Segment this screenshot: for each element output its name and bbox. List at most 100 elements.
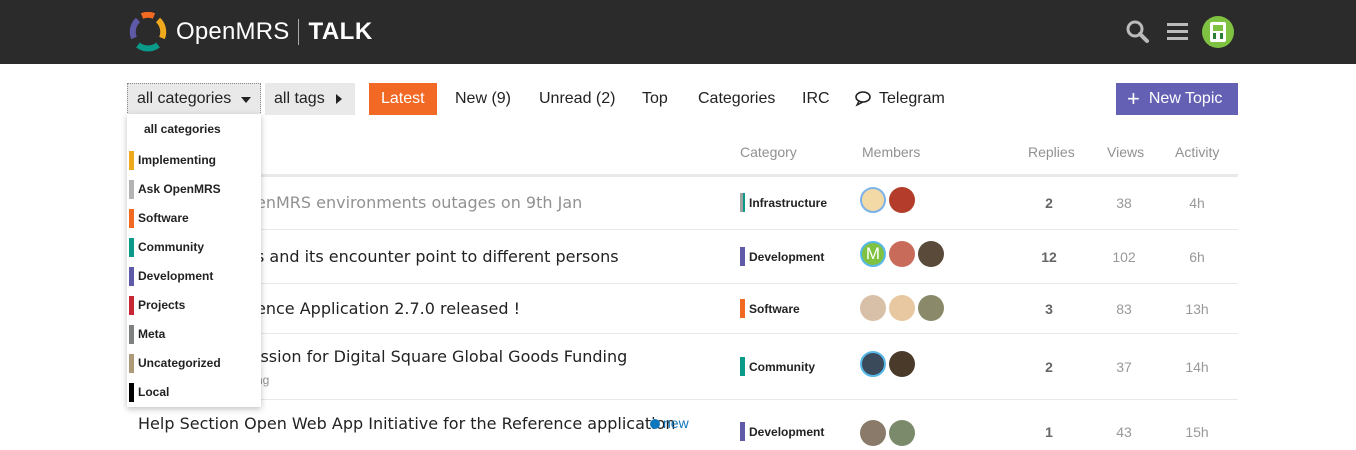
avatar[interactable] — [889, 420, 915, 446]
product-name: TALK — [308, 18, 373, 45]
menu-item-label: Meta — [138, 327, 166, 341]
table-row[interactable]: enMRS environments outages on 9th Jan In… — [127, 177, 1238, 230]
category-label: Software — [749, 301, 800, 316]
category-badge[interactable]: Software — [740, 299, 800, 318]
chevron-right-icon — [336, 94, 342, 104]
menu-item-implementing[interactable]: Implementing — [127, 149, 261, 171]
new-label: new — [663, 415, 689, 431]
category-label: Infrastructure — [749, 195, 828, 210]
top-header: OpenMRS TALK — [0, 0, 1356, 64]
menu-item-software[interactable]: Software — [127, 207, 261, 229]
avatar[interactable] — [889, 295, 915, 321]
menu-item-projects[interactable]: Projects — [127, 294, 261, 316]
category-color — [129, 266, 134, 286]
tab-new[interactable]: New (9) — [455, 83, 511, 115]
category-label: Community — [749, 359, 815, 374]
replies-count[interactable]: 2 — [1019, 195, 1079, 211]
menu-item-all-categories[interactable]: all categories — [127, 118, 261, 140]
category-color — [129, 237, 134, 257]
avatar[interactable] — [918, 295, 944, 321]
menu-item-meta[interactable]: Meta — [127, 323, 261, 345]
members-avatars — [860, 420, 918, 446]
chevron-down-icon — [241, 97, 251, 103]
category-color — [129, 353, 134, 373]
table-row[interactable]: ence Application 2.7.0 released ! Softwa… — [127, 284, 1238, 334]
category-color — [129, 382, 134, 402]
views-count: 83 — [1116, 301, 1132, 317]
table-row[interactable]: s and its encounter point to different p… — [127, 230, 1238, 284]
category-filter-label: all categories — [137, 90, 232, 107]
views-count: 43 — [1116, 424, 1132, 440]
new-topic-button[interactable]: + New Topic — [1116, 83, 1238, 115]
tags-filter-dropdown[interactable]: all tags — [265, 83, 355, 115]
link-telegram[interactable]: Telegram — [855, 83, 945, 115]
new-topic-badge[interactable]: new — [650, 415, 689, 433]
activity-time[interactable]: 14h — [1167, 359, 1227, 375]
menu-item-label: Uncategorized — [138, 356, 221, 370]
hamburger-menu-icon[interactable] — [1164, 18, 1192, 46]
menu-item-uncategorized[interactable]: Uncategorized — [127, 352, 261, 374]
topic-navigation: all categories all tags Latest New (9) U… — [0, 82, 1356, 116]
menu-item-label: all categories — [144, 122, 221, 136]
new-dot-icon — [650, 418, 660, 429]
link-irc[interactable]: IRC — [802, 83, 830, 115]
category-color — [129, 324, 134, 344]
column-replies[interactable]: Replies — [1028, 144, 1075, 160]
column-activity[interactable]: Activity — [1175, 144, 1219, 160]
avatar[interactable] — [860, 351, 886, 377]
avatar[interactable] — [860, 420, 886, 446]
activity-time[interactable]: 6h — [1167, 249, 1227, 265]
category-filter-dropdown[interactable]: all categories — [127, 83, 261, 115]
activity-time[interactable]: 13h — [1167, 301, 1227, 317]
category-label: Development — [749, 249, 825, 264]
views-count: 37 — [1116, 359, 1132, 375]
avatar[interactable] — [860, 295, 886, 321]
user-avatar[interactable] — [1202, 16, 1234, 48]
column-category[interactable]: Category — [740, 144, 797, 160]
category-dropdown-menu: all categories Implementing Ask OpenMRS … — [127, 114, 261, 407]
avatar[interactable]: M — [860, 241, 886, 267]
avatar[interactable] — [889, 351, 915, 377]
table-row[interactable]: Help Section Open Web App Initiative for… — [127, 400, 1238, 450]
search-icon[interactable] — [1124, 18, 1152, 46]
topic-title[interactable]: ission for Digital Square Global Goods F… — [256, 347, 627, 366]
category-badge[interactable]: Development — [740, 422, 824, 441]
topic-title[interactable]: ence Application 2.7.0 released ! — [256, 299, 520, 318]
topic-title[interactable]: enMRS environments outages on 9th Jan — [256, 193, 582, 212]
logo-divider — [298, 19, 300, 45]
replies-count[interactable]: 3 — [1019, 301, 1079, 317]
menu-item-label: Local — [138, 385, 170, 399]
telegram-label: Telegram — [879, 90, 945, 107]
menu-item-community[interactable]: Community — [127, 236, 261, 258]
category-color — [740, 247, 745, 266]
topic-title[interactable]: s and its encounter point to different p… — [256, 247, 619, 266]
category-color — [740, 299, 745, 318]
menu-item-development[interactable]: Development — [127, 265, 261, 287]
table-row[interactable]: ission for Digital Square Global Goods F… — [127, 334, 1238, 400]
tab-latest[interactable]: Latest — [369, 83, 437, 115]
column-members: Members — [862, 144, 921, 160]
new-topic-label: New Topic — [1148, 90, 1223, 107]
topic-title[interactable]: Help Section Open Web App Initiative for… — [138, 414, 676, 433]
avatar[interactable] — [889, 187, 915, 213]
replies-count[interactable]: 1 — [1019, 424, 1079, 440]
category-badge[interactable]: Community — [740, 357, 815, 376]
category-badge[interactable]: Infrastructure — [740, 193, 827, 212]
activity-time[interactable]: 15h — [1167, 424, 1227, 440]
menu-item-ask-openmrs[interactable]: Ask OpenMRS — [127, 178, 261, 200]
avatar[interactable] — [889, 241, 915, 267]
activity-time[interactable]: 4h — [1167, 195, 1227, 211]
openmrs-talk-logo[interactable]: OpenMRS TALK — [128, 11, 373, 52]
tab-top[interactable]: Top — [642, 83, 668, 115]
category-color — [129, 150, 134, 170]
avatar[interactable] — [918, 241, 944, 267]
menu-item-local[interactable]: Local — [127, 381, 261, 403]
replies-count[interactable]: 2 — [1019, 359, 1079, 375]
category-badge[interactable]: Development — [740, 247, 824, 266]
tab-categories[interactable]: Categories — [698, 83, 775, 115]
avatar[interactable] — [860, 187, 886, 213]
tab-unread[interactable]: Unread (2) — [539, 83, 615, 115]
column-views[interactable]: Views — [1107, 144, 1144, 160]
members-avatars — [860, 351, 918, 377]
replies-count[interactable]: 12 — [1019, 249, 1079, 265]
